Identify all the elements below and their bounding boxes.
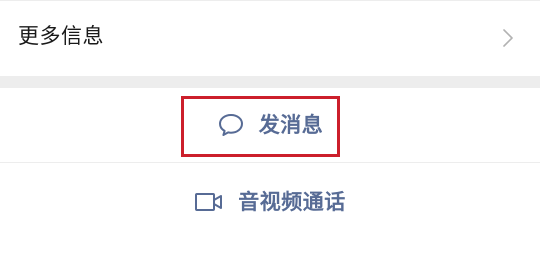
send-message-button[interactable]: 发消息: [0, 88, 540, 162]
chat-bubble-icon: [217, 112, 245, 138]
av-call-content: 音视频通话: [194, 191, 346, 213]
section-gap: [0, 76, 540, 88]
av-call-button[interactable]: 音视频通话: [0, 163, 540, 241]
contact-profile-actions: 更多信息 发消息 音视频通话: [0, 0, 540, 257]
chevron-right-icon: [503, 29, 513, 47]
more-info-label: 更多信息: [18, 24, 104, 48]
more-info-row[interactable]: 更多信息: [0, 1, 540, 76]
send-message-label: 发消息: [258, 112, 324, 137]
av-call-label: 音视频通话: [238, 189, 346, 214]
send-message-content: 发消息: [217, 112, 324, 138]
video-camera-icon: [194, 191, 224, 213]
